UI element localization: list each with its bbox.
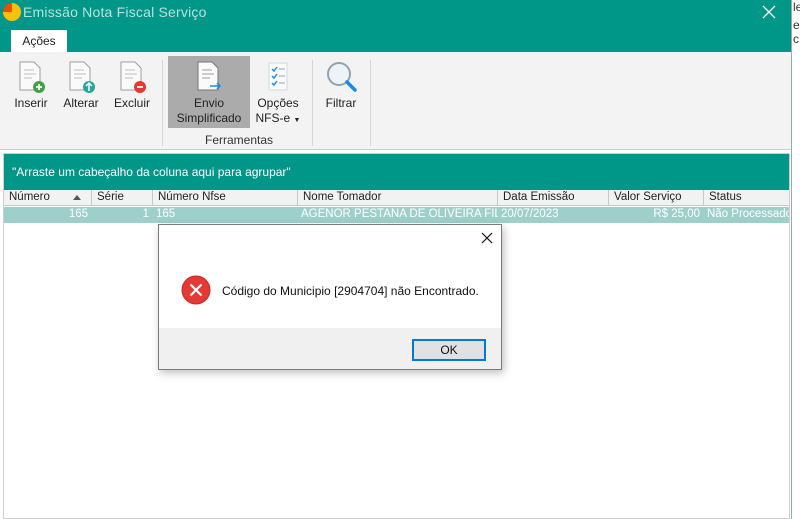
excluir-label: Excluir bbox=[113, 96, 150, 110]
table-row[interactable]: 165 1 165 AGENOR PESTANA DE OLIVEIRA FIL… bbox=[4, 207, 789, 223]
background-window-edge: le e c bbox=[793, 0, 800, 519]
alterar-button[interactable]: Alterar bbox=[60, 56, 102, 120]
grid-header-row: Número Série Número Nfse Nome Tomador Da… bbox=[4, 190, 789, 206]
dialog-close-icon[interactable] bbox=[479, 230, 495, 246]
group-by-panel[interactable]: "Arraste um cabeçalho da coluna aqui par… bbox=[4, 154, 789, 190]
opcoes-label-line1: Opções bbox=[257, 96, 299, 110]
filtrar-button[interactable]: Filtrar bbox=[320, 56, 362, 120]
sort-ascending-icon bbox=[73, 195, 81, 200]
envio-label-line2: Simplificado bbox=[176, 111, 242, 125]
ribbon-separator bbox=[370, 60, 371, 146]
error-icon bbox=[181, 275, 211, 305]
inserir-button[interactable]: Inserir bbox=[12, 56, 50, 120]
ribbon-separator bbox=[312, 60, 313, 146]
dialog-body: Código do Municipio [2904704] não Encont… bbox=[159, 225, 501, 328]
window-title: Emissão Nota Fiscal Serviço bbox=[23, 4, 207, 20]
cell-valor-servico: R$ 25,00 bbox=[653, 208, 700, 220]
document-send-icon bbox=[197, 61, 222, 91]
background-text: le bbox=[793, 0, 800, 14]
title-bar: Emissão Nota Fiscal Serviço bbox=[0, 0, 791, 24]
magnifier-icon bbox=[327, 62, 357, 92]
ribbon: Inserir Alterar Excluir Envio Simplifica… bbox=[0, 52, 791, 150]
document-add-icon bbox=[19, 61, 45, 93]
column-header-label: Número bbox=[9, 191, 50, 203]
opcoes-label-line2: NFS-e ▼ bbox=[254, 111, 302, 128]
column-header-nome-tomador[interactable]: Nome Tomador bbox=[298, 190, 498, 206]
cell-numero: 165 bbox=[68, 208, 88, 220]
error-dialog: Código do Municipio [2904704] não Encont… bbox=[158, 224, 502, 370]
ribbon-tab-strip: Ações bbox=[0, 24, 791, 52]
ok-button[interactable]: OK bbox=[412, 339, 486, 361]
column-header-valor-servico[interactable]: Valor Serviço bbox=[609, 190, 704, 206]
excluir-button[interactable]: Excluir bbox=[112, 56, 152, 120]
document-edit-icon bbox=[69, 61, 95, 93]
envio-label-line1: Envio bbox=[193, 96, 225, 110]
opcoes-label-line2-text: NFS-e bbox=[255, 111, 291, 125]
cell-nome-tomador: AGENOR PESTANA DE OLIVEIRA FILHO bbox=[301, 208, 498, 220]
cell-data-emissao: 20/07/2023 bbox=[501, 208, 559, 220]
tab-acoes[interactable]: Ações bbox=[11, 30, 67, 52]
cell-status: Não Processado bbox=[707, 208, 789, 220]
column-header-status[interactable]: Status bbox=[704, 190, 789, 206]
dialog-message: Código do Municipio [2904704] não Encont… bbox=[222, 284, 479, 298]
dropdown-caret-icon: ▼ bbox=[293, 117, 301, 124]
filtrar-label: Filtrar bbox=[325, 96, 357, 110]
column-header-serie[interactable]: Série bbox=[92, 190, 153, 206]
column-header-data-emissao[interactable]: Data Emissão bbox=[498, 190, 609, 206]
column-header-numero-nfse[interactable]: Número Nfse bbox=[153, 190, 298, 206]
inserir-label: Inserir bbox=[14, 96, 48, 110]
column-header-numero[interactable]: Número bbox=[4, 190, 92, 206]
opcoes-nfse-button[interactable]: Opções NFS-e ▼ bbox=[254, 56, 302, 125]
checklist-icon bbox=[268, 62, 288, 91]
alterar-label: Alterar bbox=[63, 96, 99, 110]
app-logo-icon bbox=[3, 3, 21, 21]
cell-numero-nfse: 165 bbox=[156, 208, 176, 220]
document-delete-icon bbox=[120, 61, 146, 93]
ribbon-group-label: Ferramentas bbox=[205, 133, 274, 147]
envio-simplificado-button[interactable]: Envio Simplificado bbox=[168, 56, 250, 128]
background-text: e c bbox=[793, 18, 800, 46]
ribbon-separator bbox=[162, 60, 163, 146]
cell-serie: 1 bbox=[142, 208, 149, 220]
window-close-icon[interactable] bbox=[760, 3, 778, 21]
